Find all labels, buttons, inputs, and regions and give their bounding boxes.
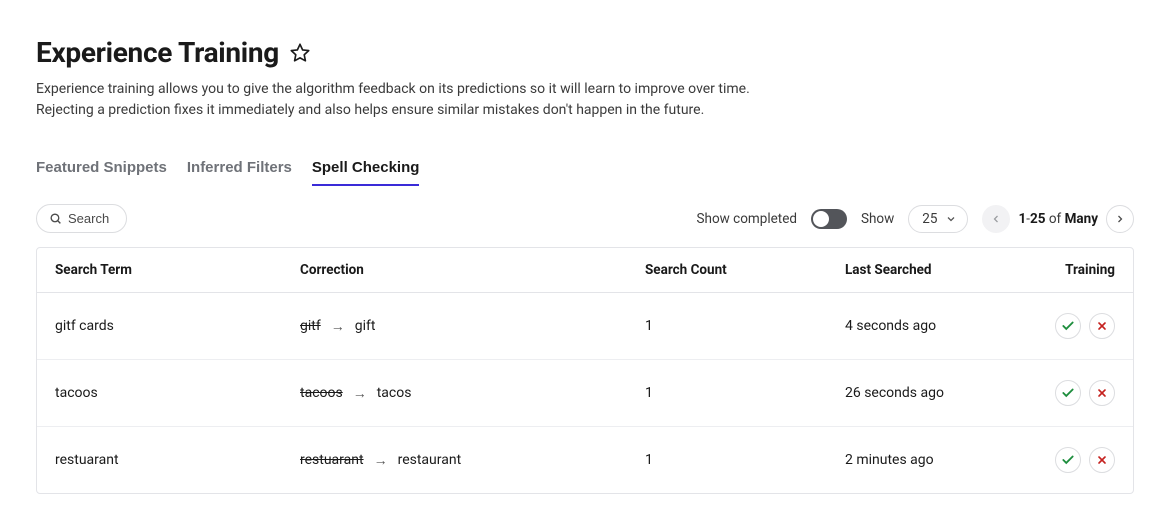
tab-featured-snippets[interactable]: Featured Snippets <box>36 159 167 186</box>
cell-correction: tacoos → tacos <box>300 385 645 402</box>
check-icon <box>1061 453 1075 467</box>
correction-right: restaurant <box>398 452 462 468</box>
cell-search-count: 1 <box>645 452 845 468</box>
cross-icon <box>1096 454 1108 466</box>
search-icon <box>49 212 62 225</box>
correction-right: gift <box>355 318 376 334</box>
cell-search-term: gitf cards <box>55 318 300 334</box>
col-last-searched: Last Searched <box>845 262 1040 278</box>
cell-training <box>1040 447 1115 473</box>
correction-right: tacos <box>377 385 412 401</box>
col-correction: Correction <box>300 262 645 278</box>
approve-button[interactable] <box>1055 380 1081 406</box>
arrow-right-icon: → <box>331 318 345 335</box>
cell-last-searched: 4 seconds ago <box>845 318 1040 334</box>
cell-training <box>1040 313 1115 339</box>
pager-to: 25 <box>1030 211 1046 227</box>
cross-icon <box>1096 387 1108 399</box>
cell-search-term: restuarant <box>55 452 300 468</box>
correction-wrong: gitf <box>300 318 321 334</box>
cell-last-searched: 26 seconds ago <box>845 385 1040 401</box>
pager-range: 1-25 of Many <box>1018 211 1098 227</box>
title-row: Experience Training <box>36 36 1134 69</box>
pager-total: Many <box>1065 211 1098 227</box>
reject-button[interactable] <box>1089 447 1115 473</box>
page-description-line-2: Rejecting a prediction fixes it immediat… <box>36 100 1134 121</box>
cell-correction: gitf → gift <box>300 318 645 335</box>
approve-button[interactable] <box>1055 447 1081 473</box>
reject-button[interactable] <box>1089 313 1115 339</box>
correction-wrong: tacoos <box>300 385 343 401</box>
correction-wrong: restuarant <box>300 452 364 468</box>
cell-last-searched: 2 minutes ago <box>845 452 1040 468</box>
cell-correction: restuarant → restaurant <box>300 452 645 469</box>
table-header: Search Term Correction Search Count Last… <box>37 248 1133 293</box>
arrow-right-icon: → <box>374 452 388 469</box>
pager-from: 1 <box>1018 211 1026 227</box>
cell-search-count: 1 <box>645 385 845 401</box>
show-label: Show <box>861 211 894 227</box>
check-icon <box>1061 319 1075 333</box>
col-search-count: Search Count <box>645 262 845 278</box>
search-input[interactable] <box>68 211 114 226</box>
table-row: gitf cards gitf → gift 1 4 seconds ago <box>37 293 1133 360</box>
arrow-right-icon: → <box>353 385 367 402</box>
check-icon <box>1061 386 1075 400</box>
page-header: Experience Training Experience training … <box>36 36 1134 121</box>
show-completed-toggle[interactable] <box>811 209 847 229</box>
pager-prev-button[interactable] <box>982 205 1010 233</box>
page-size-value: 25 <box>922 211 937 227</box>
tab-inferred-filters[interactable]: Inferred Filters <box>187 159 292 186</box>
col-training: Training <box>1040 262 1115 278</box>
star-icon <box>289 42 311 64</box>
table-row: tacoos tacoos → tacos 1 26 seconds ago <box>37 360 1133 427</box>
tabs: Featured Snippets Inferred Filters Spell… <box>36 159 1134 186</box>
page-size-select[interactable]: 25 <box>908 205 968 233</box>
chevron-right-icon <box>1114 213 1126 225</box>
table-row: restuarant restuarant → restaurant 1 2 m… <box>37 427 1133 493</box>
pager-of-text: of <box>1049 211 1061 227</box>
toggle-knob <box>813 211 829 227</box>
cell-training <box>1040 380 1115 406</box>
page-title: Experience Training <box>36 36 279 69</box>
cell-search-count: 1 <box>645 318 845 334</box>
search-field[interactable] <box>36 204 127 233</box>
pager-next-button[interactable] <box>1106 205 1134 233</box>
cross-icon <box>1096 320 1108 332</box>
cell-search-term: tacoos <box>55 385 300 401</box>
toolbar-right: Show completed Show 25 1-25 of Many <box>697 205 1134 233</box>
reject-button[interactable] <box>1089 380 1115 406</box>
results-table: Search Term Correction Search Count Last… <box>36 247 1134 494</box>
approve-button[interactable] <box>1055 313 1081 339</box>
tab-spell-checking[interactable]: Spell Checking <box>312 159 420 186</box>
pager: 1-25 of Many <box>982 205 1134 233</box>
favorite-button[interactable] <box>289 42 311 64</box>
chevron-down-icon <box>945 213 957 225</box>
chevron-left-icon <box>990 213 1002 225</box>
show-completed-label: Show completed <box>697 211 797 227</box>
page-description-line-1: Experience training allows you to give t… <box>36 79 1134 100</box>
col-search-term: Search Term <box>55 262 300 278</box>
toolbar: Show completed Show 25 1-25 of Many <box>36 204 1134 233</box>
